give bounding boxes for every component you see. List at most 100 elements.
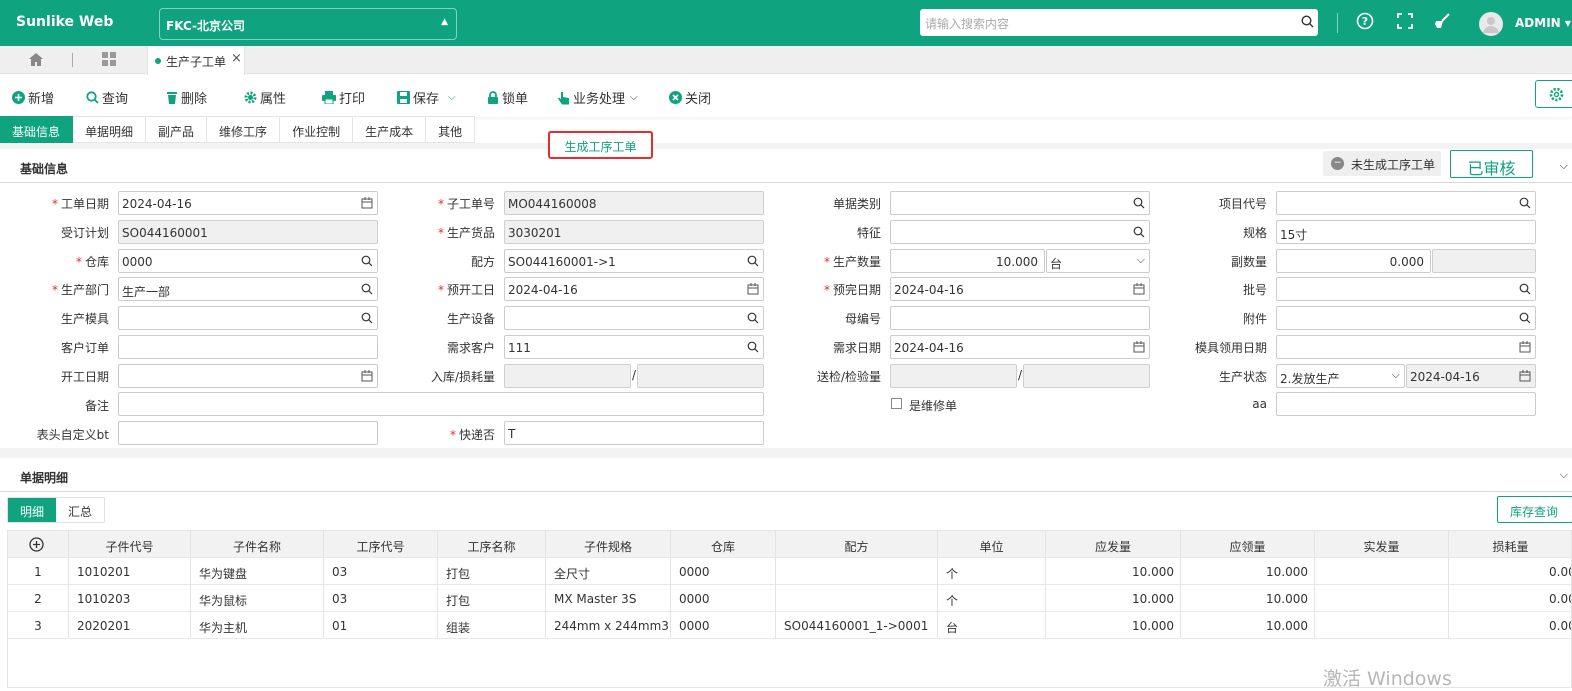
cell-receive-qty[interactable]: 10.000 [1181, 558, 1315, 585]
table-row[interactable]: 2 1010203 华为鼠标 03 打包 MX Master 3S 0000 个… [8, 585, 1571, 612]
attachment-input[interactable] [1276, 306, 1536, 330]
cell-op-name[interactable]: 组装 [438, 612, 546, 639]
formula-input[interactable]: SO044160001->1 [504, 249, 764, 273]
search-icon[interactable] [361, 283, 373, 295]
search-icon[interactable] [747, 341, 759, 353]
column-header[interactable]: 子件名称 [191, 531, 324, 558]
grid-icon[interactable] [102, 52, 117, 67]
calendar-icon[interactable] [1133, 341, 1145, 353]
cell-spec[interactable]: MX Master 3S [546, 585, 671, 612]
doc-category-input[interactable] [890, 191, 1150, 215]
cell-warehouse[interactable]: 0000 [671, 585, 776, 612]
work-date-input[interactable]: 2024-04-16 [118, 191, 378, 215]
parent-no-input[interactable] [890, 306, 1150, 330]
broom-icon[interactable] [1433, 12, 1451, 30]
search-icon[interactable] [747, 255, 759, 267]
cell-warehouse[interactable]: 0000 [671, 612, 776, 639]
cell-issue-qty[interactable]: 10.000 [1046, 612, 1181, 639]
cell-unit[interactable]: 个 [938, 558, 1046, 585]
cell-receive-qty[interactable]: 10.000 [1181, 612, 1315, 639]
cell-op-name[interactable]: 打包 [438, 585, 546, 612]
column-header[interactable]: 仓库 [671, 531, 776, 558]
column-header[interactable]: 应发量 [1046, 531, 1181, 558]
cell-unit[interactable]: 台 [938, 612, 1046, 639]
remark-input[interactable] [118, 392, 764, 416]
plan-end-input[interactable]: 2024-04-16 [890, 277, 1150, 301]
column-header[interactable]: 工序代号 [324, 531, 438, 558]
column-header[interactable]: 应领量 [1181, 531, 1315, 558]
cell-op-code[interactable]: 03 [324, 585, 438, 612]
close-tab-icon[interactable]: × [231, 51, 242, 66]
demand-customer-input[interactable]: 111 [504, 335, 764, 359]
close-button[interactable]: 关闭 [669, 88, 711, 107]
user-name[interactable]: ADMIN ▾ [1515, 16, 1571, 30]
cell-actual-qty[interactable] [1315, 558, 1449, 585]
lock-button[interactable]: 锁单 [487, 88, 528, 107]
cell-op-name[interactable]: 打包 [438, 558, 546, 585]
spec-input[interactable]: 15寸 [1276, 220, 1536, 244]
query-button[interactable]: 查询 [86, 88, 128, 107]
cell-unit[interactable]: 个 [938, 585, 1046, 612]
print-button[interactable]: 打印 [322, 88, 365, 107]
cell-spec[interactable]: 244mm x 244mm3 [546, 612, 671, 639]
warehouse-input[interactable]: 0000 [118, 249, 378, 273]
batch-input[interactable] [1276, 277, 1536, 301]
column-header[interactable]: 子件规格 [546, 531, 671, 558]
cell-actual-qty[interactable] [1315, 585, 1449, 612]
tab-basic-info[interactable]: 基础信息 [0, 116, 74, 143]
demand-date-input[interactable]: 2024-04-16 [890, 335, 1150, 359]
table-row[interactable]: 3 2020201 华为主机 01 组装 244mm x 244mm3 0000… [8, 612, 1571, 639]
search-icon[interactable] [1519, 283, 1531, 295]
calendar-icon[interactable] [361, 370, 373, 382]
quantity-input[interactable]: 10.000 [890, 249, 1045, 273]
tab-other[interactable]: 其他 [426, 116, 476, 143]
mold-input[interactable] [118, 306, 378, 330]
column-header[interactable]: 子件代号 [69, 531, 191, 558]
column-header[interactable]: 单位 [938, 531, 1046, 558]
search-icon[interactable] [1519, 312, 1531, 324]
unit-select[interactable]: 台 ⌵ [1046, 249, 1150, 273]
tab-detail-lines[interactable]: 明细 [8, 498, 57, 522]
cell-loss-qty[interactable]: 0.00 [1449, 558, 1571, 585]
project-code-input[interactable] [1276, 191, 1536, 215]
cell-op-code[interactable]: 03 [324, 558, 438, 585]
search-icon[interactable] [1301, 15, 1314, 28]
add-row-icon[interactable] [29, 537, 44, 552]
search-icon[interactable] [1133, 197, 1145, 209]
stock-query-button[interactable]: 库存查询 [1497, 496, 1572, 523]
save-button[interactable]: 保存 ⌵ [397, 88, 456, 107]
aa-input[interactable] [1276, 392, 1536, 416]
cell-issue-qty[interactable]: 10.000 [1046, 558, 1181, 585]
production-status-select[interactable]: 2.发放生产 ⌵ [1276, 364, 1405, 388]
department-input[interactable]: 生产一部 [118, 277, 378, 301]
tab-sub-work-order[interactable]: 生产子工单 × [147, 46, 245, 75]
table-row[interactable]: 1 1010201 华为键盘 03 打包 全尺寸 0000 个 10.000 1… [8, 558, 1571, 585]
tab-byproduct[interactable]: 副产品 [146, 116, 208, 143]
search-icon[interactable] [1133, 226, 1145, 238]
column-header[interactable]: 损耗量 [1449, 531, 1571, 558]
header-custom-input[interactable] [118, 421, 378, 445]
new-button[interactable]: 新增 [12, 88, 54, 107]
settings-button[interactable] [1535, 80, 1572, 108]
chevron-down-icon[interactable]: ⌵ [1560, 468, 1568, 482]
calendar-icon[interactable] [747, 283, 759, 295]
cell-loss-qty[interactable]: 0.00 [1449, 612, 1571, 639]
column-header[interactable]: 配方 [776, 531, 938, 558]
cell-formula[interactable] [776, 585, 938, 612]
cell-part-code[interactable]: 2020201 [69, 612, 191, 639]
business-process-menu[interactable]: 业务处理 ⌵ [557, 88, 638, 107]
global-search-input[interactable]: 请输入搜索内容 [920, 9, 1318, 36]
equipment-input[interactable] [504, 306, 764, 330]
cell-spec[interactable]: 全尺寸 [546, 558, 671, 585]
cell-op-code[interactable]: 01 [324, 612, 438, 639]
home-icon[interactable] [28, 52, 44, 67]
tab-repair-process[interactable]: 维修工序 [207, 116, 281, 143]
cell-part-name[interactable]: 华为鼠标 [191, 585, 324, 612]
help-icon[interactable]: ? [1356, 12, 1374, 30]
column-header[interactable]: 工序名称 [438, 531, 546, 558]
cell-part-code[interactable]: 1010203 [69, 585, 191, 612]
tab-detail[interactable]: 单据明细 [73, 116, 147, 143]
search-icon[interactable] [361, 312, 373, 324]
delete-button[interactable]: 删除 [166, 88, 207, 107]
express-input[interactable]: T [504, 421, 764, 445]
